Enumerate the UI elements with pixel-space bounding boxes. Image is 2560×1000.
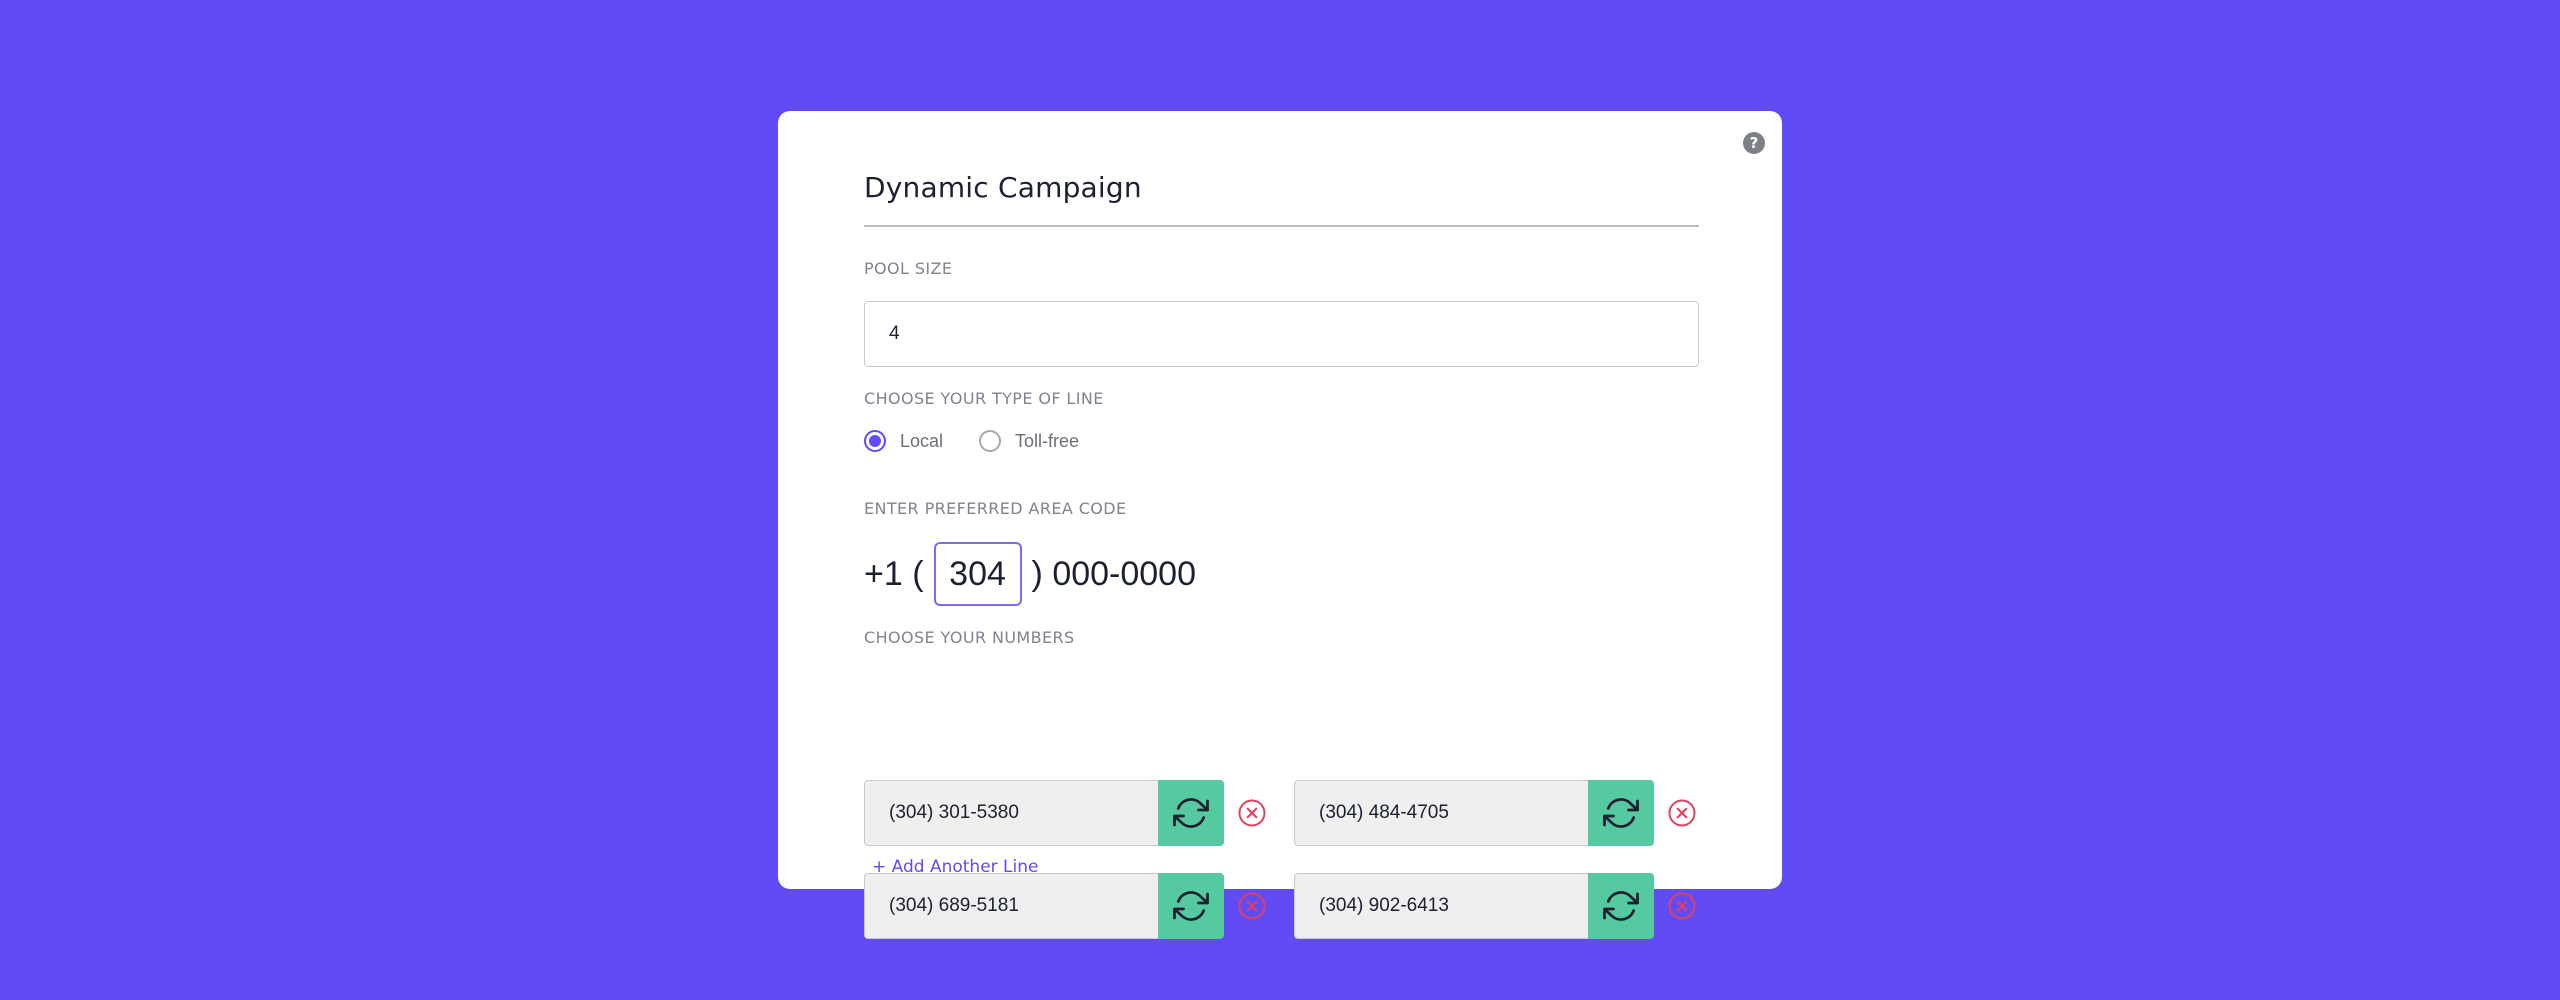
phone-number-suffix: ) 000-0000 <box>1031 554 1197 593</box>
number-item: (304) 689-5181 <box>864 873 1268 939</box>
numbers-label: CHOOSE YOUR NUMBERS <box>864 628 1075 647</box>
refresh-icon <box>1603 798 1639 828</box>
refresh-number-button[interactable] <box>1588 873 1654 939</box>
area-code-label: ENTER PREFERRED AREA CODE <box>864 499 1127 518</box>
number-item: (304) 902-6413 <box>1294 873 1698 939</box>
close-circle-icon <box>1668 892 1696 920</box>
pool-size-input[interactable] <box>864 301 1699 367</box>
radio-option-toll-free[interactable]: Toll-free <box>979 430 1079 452</box>
add-another-line-link[interactable]: + Add Another Line <box>872 857 1039 877</box>
phone-number-field[interactable]: (304) 301-5380 <box>864 780 1158 846</box>
refresh-icon <box>1603 891 1639 921</box>
radio-button-local[interactable] <box>864 430 886 452</box>
radio-button-toll-free[interactable] <box>979 430 1002 452</box>
phone-number-field[interactable]: (304) 689-5181 <box>864 873 1158 939</box>
line-type-radio-group: Local Toll-free <box>864 428 1115 454</box>
refresh-number-button[interactable] <box>1588 780 1654 846</box>
refresh-icon <box>1173 798 1209 828</box>
refresh-number-button[interactable] <box>1158 780 1224 846</box>
dynamic-campaign-card: ? Dynamic Campaign POOL SIZE CHOOSE YOUR… <box>778 111 1782 939</box>
line-type-label: CHOOSE YOUR TYPE OF LINE <box>864 389 1104 408</box>
close-circle-icon <box>1668 799 1696 827</box>
area-code-input[interactable] <box>933 542 1022 606</box>
radio-label-toll-free: Toll-free <box>1015 430 1080 451</box>
number-item: (304) 301-5380 <box>864 780 1268 846</box>
area-code-row: +1 ( ) 000-0000 <box>864 541 1196 607</box>
remove-number-button[interactable] <box>1236 797 1268 829</box>
page-title: Dynamic Campaign <box>864 171 1142 204</box>
radio-option-local[interactable]: Local <box>864 430 943 452</box>
title-divider <box>864 225 1699 227</box>
country-code-prefix: +1 ( <box>864 554 924 593</box>
refresh-icon <box>1173 891 1209 921</box>
phone-number-field[interactable]: (304) 902-6413 <box>1294 873 1588 939</box>
help-icon[interactable]: ? <box>1743 132 1765 154</box>
refresh-number-button[interactable] <box>1158 873 1224 939</box>
remove-number-button[interactable] <box>1236 890 1268 922</box>
close-circle-icon <box>1238 892 1266 920</box>
radio-label-local: Local <box>900 430 944 451</box>
remove-number-button[interactable] <box>1666 890 1698 922</box>
phone-number-field[interactable]: (304) 484-4705 <box>1294 780 1588 846</box>
close-circle-icon <box>1238 799 1266 827</box>
remove-number-button[interactable] <box>1666 797 1698 829</box>
pool-size-label: POOL SIZE <box>864 259 953 278</box>
number-item: (304) 484-4705 <box>1294 780 1698 846</box>
radio-selected-dot <box>869 435 881 447</box>
